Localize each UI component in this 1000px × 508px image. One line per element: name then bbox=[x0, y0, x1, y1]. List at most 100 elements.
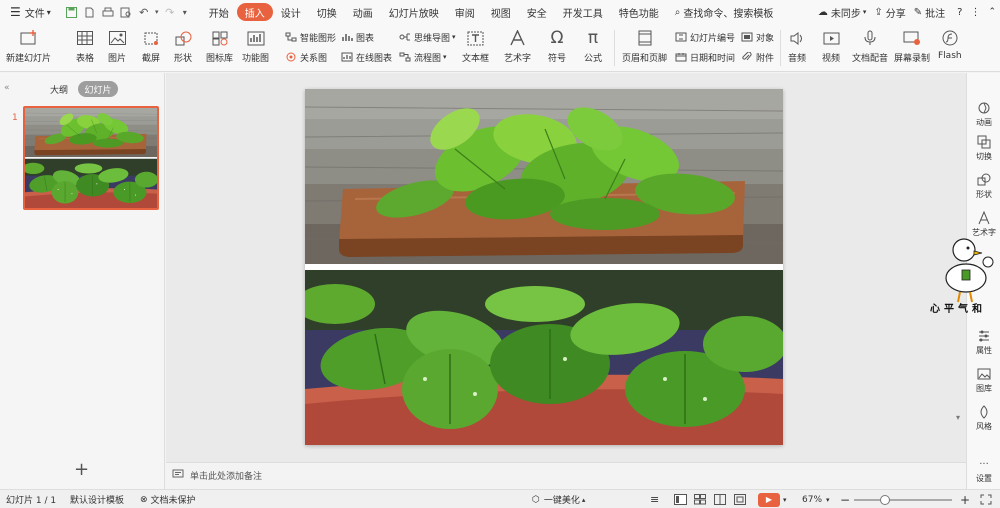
notes-toggle-icon[interactable]: ≡ bbox=[650, 490, 659, 508]
online-chart-icon bbox=[340, 51, 354, 63]
tab-slideshow[interactable]: 幻灯片放映 bbox=[381, 0, 447, 24]
textbox-button[interactable]: 文本框 bbox=[462, 28, 489, 68]
slide-number-button[interactable]: 幻灯片编号 bbox=[674, 30, 735, 44]
sidebar-item-settings[interactable]: ··· 设置 bbox=[967, 453, 1000, 487]
tab-slides[interactable]: 幻灯片 bbox=[78, 81, 118, 97]
reading-view-icon[interactable] bbox=[714, 490, 726, 508]
tab-transition[interactable]: 切换 bbox=[309, 0, 345, 24]
mind-map-button[interactable]: 思维导图 ▾ bbox=[398, 30, 456, 44]
icon-library-button[interactable]: 图标库 bbox=[206, 28, 233, 68]
tab-home[interactable]: 开始 bbox=[201, 0, 237, 24]
tab-design[interactable]: 设计 bbox=[273, 0, 309, 24]
flash-button[interactable]: Flash bbox=[938, 28, 962, 68]
slide[interactable] bbox=[305, 89, 783, 445]
sidebar-item-transition[interactable]: 切换 bbox=[967, 131, 1000, 165]
tab-security[interactable]: 安全 bbox=[519, 0, 555, 24]
slide-number-label: 幻灯片编号 bbox=[690, 33, 736, 44]
tab-review[interactable]: 审阅 bbox=[447, 0, 483, 24]
function-chart-button[interactable]: 功能图 bbox=[242, 28, 269, 68]
save-icon[interactable] bbox=[63, 0, 81, 24]
normal-view-icon[interactable] bbox=[674, 490, 687, 508]
online-chart-button[interactable]: 在线图表 bbox=[340, 50, 392, 64]
wordart-button[interactable]: 艺术字 bbox=[504, 28, 531, 68]
export-pdf-icon[interactable] bbox=[81, 0, 99, 24]
tab-animation[interactable]: 动画 bbox=[345, 0, 381, 24]
tab-features[interactable]: 特色功能 bbox=[611, 0, 667, 24]
design-template[interactable]: 默认设计模板 bbox=[70, 490, 124, 508]
gallery-icon bbox=[975, 366, 993, 382]
video-button[interactable]: 视频 bbox=[820, 28, 842, 68]
textbox-label: 文本框 bbox=[462, 54, 490, 64]
zoom-out-button[interactable]: − bbox=[840, 490, 850, 508]
redo-icon[interactable]: ↷ bbox=[161, 0, 179, 24]
sidebar-item-properties[interactable]: 属性 bbox=[967, 325, 1000, 359]
screenshot-button[interactable]: 截屏 bbox=[140, 28, 162, 68]
print-icon[interactable] bbox=[99, 0, 117, 24]
datetime-button[interactable]: 日期和时间 bbox=[674, 50, 735, 64]
help-button[interactable]: ? bbox=[953, 0, 966, 24]
beautify-label: 一键美化 bbox=[543, 496, 580, 506]
relation-chart-button[interactable]: 关系图 bbox=[284, 50, 327, 64]
document-protection[interactable]: ⊗ 文档未保护 bbox=[140, 490, 196, 508]
fit-window-icon[interactable] bbox=[734, 490, 746, 508]
slide-count: 幻灯片 1 / 1 bbox=[6, 496, 57, 506]
chevron-down-icon: ▾ bbox=[443, 53, 447, 61]
print-preview-icon[interactable] bbox=[117, 0, 135, 24]
header-footer-button[interactable]: 页眉和页脚 bbox=[622, 28, 667, 68]
zoom-level[interactable]: 67% bbox=[802, 490, 822, 508]
screen-record-icon bbox=[901, 28, 923, 48]
table-button[interactable]: 表格 bbox=[74, 28, 96, 68]
tab-insert[interactable]: 插入 bbox=[236, 3, 273, 21]
attachment-button[interactable]: 附件 bbox=[740, 50, 774, 64]
more-icon[interactable]: ⋮ bbox=[966, 0, 984, 24]
zoom-slider[interactable] bbox=[854, 490, 952, 508]
zoom-slider-thumb[interactable] bbox=[880, 494, 890, 505]
sync-status[interactable]: ☁ 未同步 ▾ bbox=[814, 0, 871, 24]
smart-art-button[interactable]: 智能图形 bbox=[284, 30, 336, 44]
chevron-down-icon: ▾ bbox=[452, 33, 456, 41]
zoom-in-button[interactable]: + bbox=[960, 490, 970, 508]
sidebar-item-gallery[interactable]: 图库 bbox=[967, 363, 1000, 397]
tab-view[interactable]: 视图 bbox=[483, 0, 519, 24]
flowchart-button[interactable]: 流程图 ▾ bbox=[398, 50, 447, 64]
shape-button[interactable]: 形状 bbox=[172, 28, 194, 68]
audio-button[interactable]: 音频 bbox=[786, 28, 808, 68]
scroll-down-arrow-icon[interactable]: ▾ bbox=[956, 413, 960, 422]
object-button[interactable]: 对象 bbox=[740, 30, 774, 44]
share-button[interactable]: ⇪ 分享 bbox=[870, 0, 909, 24]
add-slide-button[interactable]: + bbox=[74, 461, 89, 479]
comment-button[interactable]: ✎ 批注 bbox=[910, 0, 949, 24]
sorter-view-icon[interactable] bbox=[694, 490, 706, 508]
chart-button[interactable]: 图表 bbox=[340, 30, 374, 44]
table-icon bbox=[74, 28, 96, 48]
beautify-button[interactable]: ⬡ 一键美化 ▴ bbox=[532, 490, 585, 508]
relation-chart-icon bbox=[284, 51, 298, 63]
collapse-ribbon-icon[interactable]: ⌃ bbox=[984, 0, 1000, 24]
slide-thumbnail[interactable] bbox=[23, 106, 159, 210]
notes-pane[interactable]: 单击此处添加备注 bbox=[166, 462, 966, 488]
basil-photo[interactable] bbox=[305, 89, 783, 445]
command-search[interactable]: ⌕ 查找命令、搜索模板 bbox=[667, 0, 782, 24]
sidebar-item-animation[interactable]: 动画 bbox=[967, 97, 1000, 131]
dub-button[interactable]: 文档配音 bbox=[852, 28, 888, 68]
sidebar-item-shape[interactable]: 形状 bbox=[967, 169, 1000, 203]
smart-art-icon bbox=[284, 31, 298, 43]
new-slide-button[interactable]: 新建幻灯片 bbox=[6, 28, 51, 68]
symbol-button[interactable]: Ω 符号 bbox=[546, 28, 568, 68]
picture-button[interactable]: 图片 bbox=[106, 28, 128, 68]
zoom-dropdown-icon[interactable]: ▾ bbox=[826, 490, 830, 508]
undo-icon[interactable]: ↶ bbox=[135, 0, 153, 24]
smart-art-label: 智能图形 bbox=[300, 33, 337, 44]
tab-developer[interactable]: 开发工具 bbox=[555, 0, 611, 24]
file-menu[interactable]: ☰ 文件 ▾ bbox=[6, 0, 55, 24]
formula-button[interactable]: π 公式 bbox=[582, 28, 604, 68]
undo-dropdown-icon[interactable]: ▾ bbox=[153, 0, 161, 24]
sidebar-item-style[interactable]: 风格 bbox=[967, 401, 1000, 435]
play-slideshow-button[interactable]: ▶ ▾ bbox=[758, 490, 787, 508]
textbox-icon bbox=[465, 28, 487, 48]
dub-label: 文档配音 bbox=[852, 54, 889, 64]
fit-slide-icon[interactable] bbox=[980, 490, 992, 508]
customize-icon[interactable]: ▾ bbox=[179, 0, 191, 24]
screen-record-button[interactable]: 屏幕录制 bbox=[894, 28, 930, 68]
tab-outline[interactable]: 大纲 bbox=[44, 81, 74, 97]
